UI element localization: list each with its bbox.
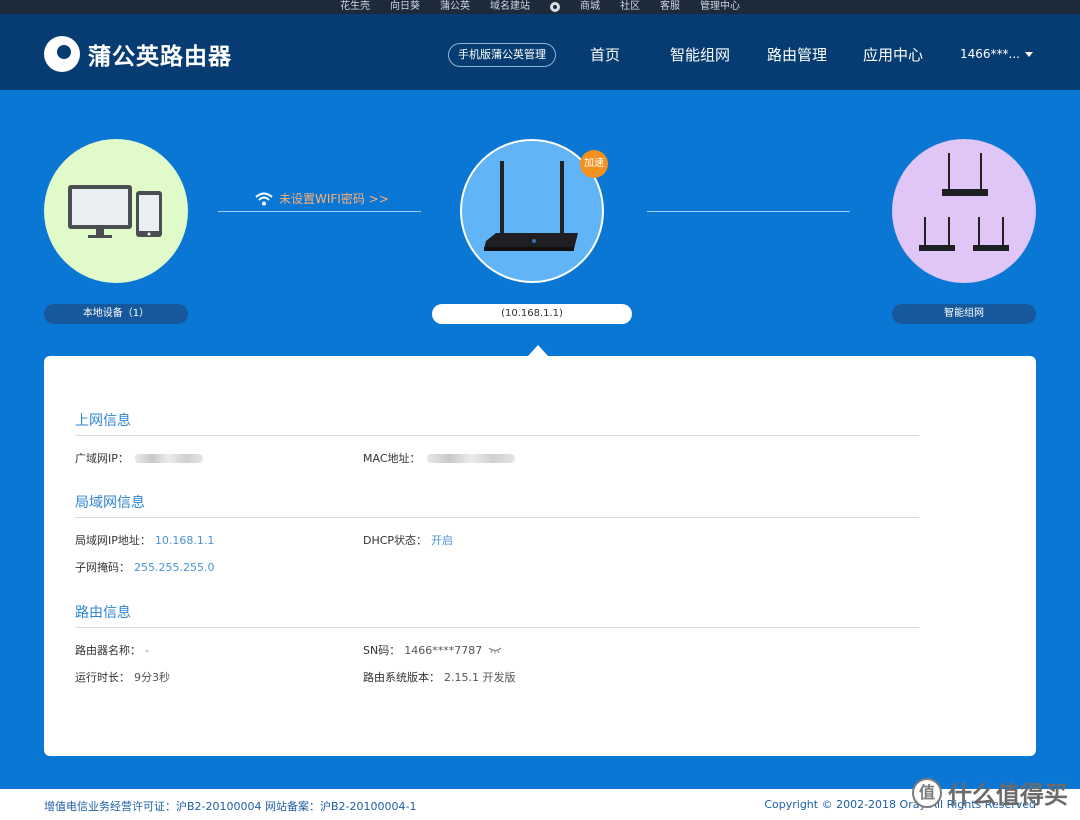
boost-badge[interactable]: 加速: [580, 150, 608, 178]
connection-line-right: [647, 211, 850, 212]
sn-value: 1466****7787: [404, 643, 483, 657]
wan-ip-field: 广域网IP：: [75, 450, 203, 466]
wan-ip-value-redacted: [134, 453, 203, 463]
firmware-version-value: 2.15.1 开发版: [444, 671, 516, 684]
sn-label: SN码：: [363, 644, 401, 657]
top-link-shop[interactable]: 商城: [570, 1, 610, 13]
top-link-xiangrikui[interactable]: 向日葵: [380, 1, 430, 13]
section-divider: [75, 435, 919, 436]
mac-field: MAC地址：: [363, 450, 515, 466]
dhcp-label: DHCP状态：: [363, 534, 428, 547]
top-link-community[interactable]: 社区: [610, 1, 650, 13]
section-divider: [75, 517, 919, 518]
smart-network-circle[interactable]: [892, 139, 1036, 283]
lan-ip-label: 局域网IP地址：: [75, 534, 151, 547]
router-info-card: 上网信息 广域网IP： MAC地址： 局域网信息 局域网IP地址： 10.168…: [44, 356, 1036, 756]
top-link-domain-site[interactable]: 域名建站: [480, 1, 540, 13]
uptime-label: 运行时长：: [75, 671, 130, 684]
router-ip-label: (10.168.1.1): [432, 304, 632, 324]
top-link-pugongying[interactable]: 蒲公英: [430, 1, 480, 13]
site-watermark: 值 什么值得买: [912, 775, 1068, 810]
uptime-field: 运行时长： 9分3秒: [75, 669, 170, 685]
mobile-manage-button[interactable]: 手机版蒲公英管理: [448, 43, 556, 67]
watermark-logo-icon: 值: [912, 777, 942, 808]
chevron-down-icon: [1024, 52, 1033, 57]
nav-app-center[interactable]: 应用中心: [863, 44, 923, 65]
subnet-field: 子网掩码： 255.255.255.0: [75, 559, 214, 575]
user-menu[interactable]: 1466***...: [960, 47, 1033, 61]
nav-smart-network[interactable]: 智能组网: [670, 44, 730, 65]
local-devices-circle[interactable]: [44, 139, 188, 283]
dhcp-field: DHCP状态： 开启: [363, 532, 453, 548]
wan-ip-label: 广域网IP：: [75, 452, 129, 465]
section-divider: [75, 627, 919, 628]
license-text: 增值电信业务经营许可证：沪B2-20100004 网站备案：沪B2-201000…: [44, 800, 417, 813]
wifi-hint-text: 未设置WIFI密码 >>: [279, 192, 389, 206]
card-pointer: [528, 345, 548, 356]
internet-info-title: 上网信息: [75, 413, 131, 429]
nav-home[interactable]: 首页: [590, 44, 620, 65]
router-name-value[interactable]: -: [145, 644, 149, 657]
top-link-support[interactable]: 客服: [650, 1, 690, 13]
watermark-text: 什么值得买: [948, 781, 1068, 809]
nav-router-manage[interactable]: 路由管理: [767, 44, 827, 65]
mesh-routers-icon: [919, 153, 1009, 251]
subnet-label: 子网掩码：: [75, 561, 130, 574]
brand-name: 蒲公英路由器: [88, 44, 232, 70]
router-info-title: 路由信息: [75, 605, 131, 621]
wifi-icon: [255, 192, 273, 205]
connection-line-left: [218, 211, 421, 212]
wifi-password-hint[interactable]: 未设置WIFI密码 >>: [255, 190, 389, 207]
top-link-strip: 花生壳 向日葵 蒲公英 域名建站 商城 社区 客服 管理中心: [0, 0, 1080, 14]
lan-info-title: 局域网信息: [75, 495, 145, 511]
lan-ip-field: 局域网IP地址： 10.168.1.1: [75, 532, 214, 548]
dhcp-value[interactable]: 开启: [431, 532, 453, 548]
user-account: 1466***...: [960, 47, 1020, 61]
sn-field: SN码： 1466****7787: [363, 642, 502, 658]
router-name-label: 路由器名称：: [75, 644, 141, 657]
computer-phone-icon: [68, 185, 162, 238]
firmware-version-label: 路由系统版本：: [363, 671, 440, 684]
local-devices-label[interactable]: 本地设备（1）: [44, 304, 188, 324]
circle-logo-icon[interactable]: [550, 2, 560, 12]
lan-ip-value: 10.168.1.1: [154, 533, 215, 547]
dandelion-logo-icon: [44, 36, 80, 72]
firmware-version-field: 路由系统版本： 2.15.1 开发版: [363, 669, 515, 685]
router-name-field: 路由器名称： -: [75, 642, 149, 658]
uptime-value: 9分3秒: [134, 671, 170, 684]
main-header: 蒲公英路由器 手机版蒲公英管理 首页 智能组网 路由管理 应用中心 1466**…: [0, 14, 1080, 90]
brand-logo[interactable]: 蒲公英路由器: [44, 36, 232, 72]
top-link-admin-center[interactable]: 管理中心: [690, 1, 750, 13]
mac-label: MAC地址：: [363, 452, 421, 465]
mac-value-redacted: [426, 453, 515, 463]
top-link-huashengke[interactable]: 花生壳: [330, 1, 380, 13]
eye-closed-icon[interactable]: [488, 646, 502, 654]
smart-network-label[interactable]: 智能组网: [892, 304, 1036, 324]
subnet-value: 255.255.255.0: [134, 560, 215, 574]
